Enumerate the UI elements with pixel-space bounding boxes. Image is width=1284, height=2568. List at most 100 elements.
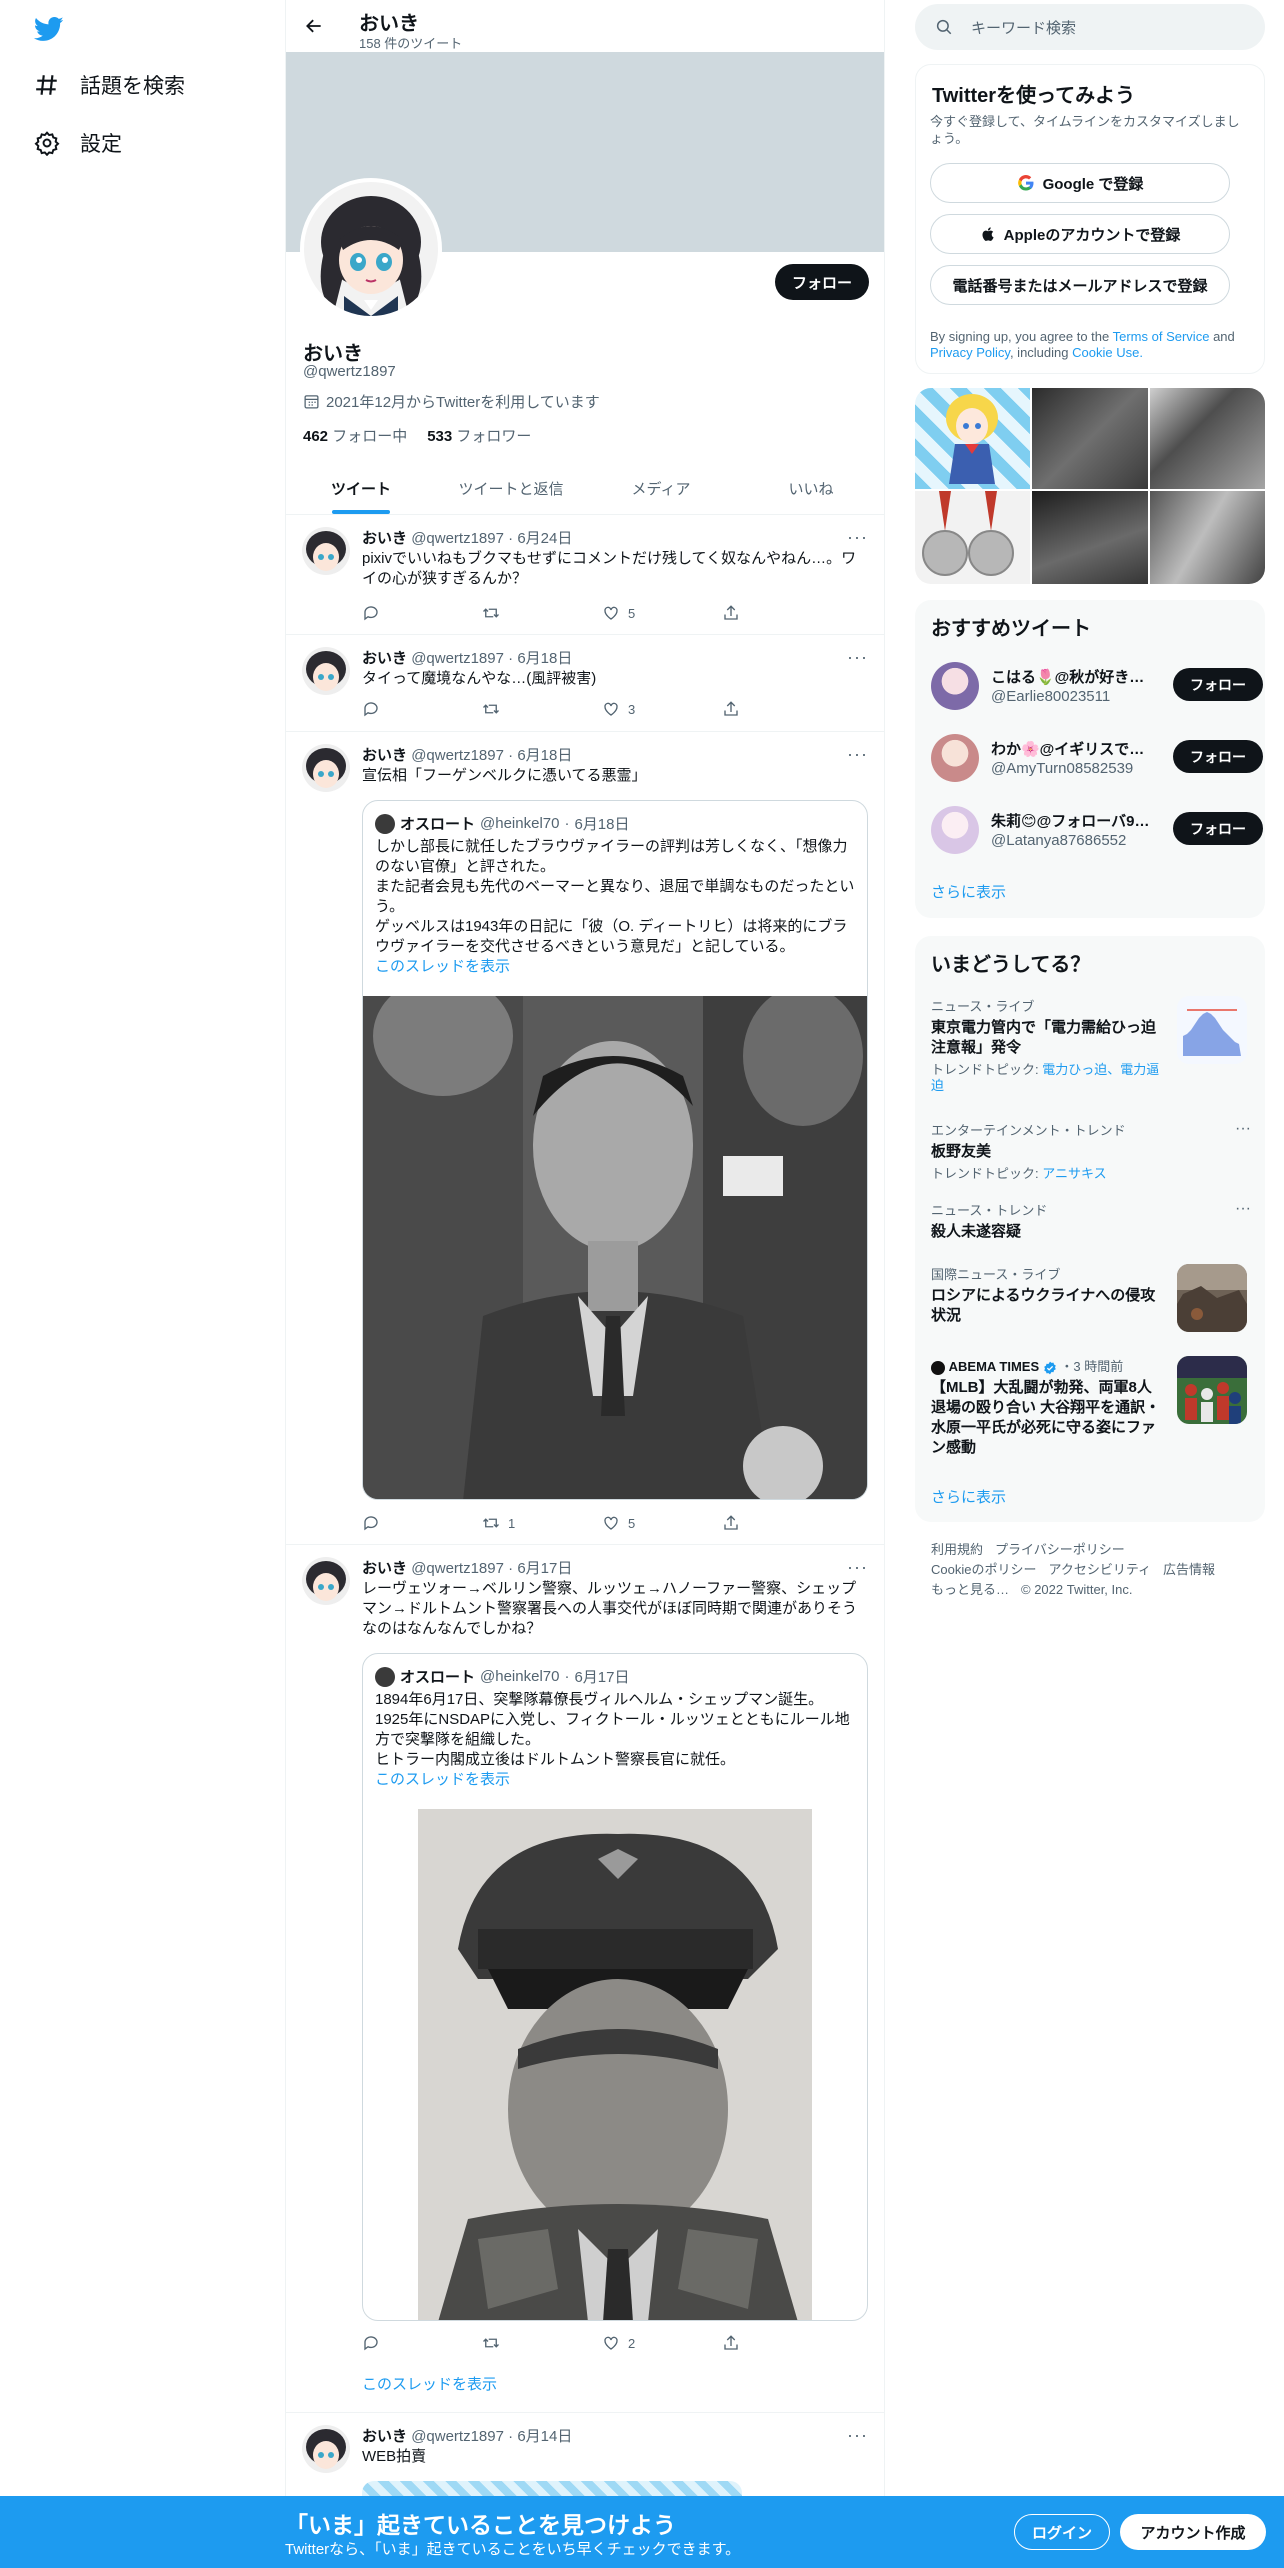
signup-button[interactable]: アカウント作成 [1120, 2514, 1266, 2550]
tweet-date[interactable]: 6月18日 [517, 747, 572, 764]
nav-settings[interactable]: 設定 [34, 128, 122, 158]
media-thumb[interactable] [915, 491, 1031, 584]
media-thumb[interactable] [1149, 491, 1265, 584]
more-options-icon[interactable]: ··· [847, 744, 868, 765]
tweet-date[interactable]: 6月14日 [517, 2428, 572, 2445]
reply-button[interactable] [362, 603, 432, 623]
tweet-author[interactable]: おいき [362, 1560, 407, 1577]
tweet-avatar[interactable] [302, 2425, 350, 2473]
login-button[interactable]: ログイン [1014, 2514, 1110, 2550]
tab-tweets[interactable]: ツイート [286, 462, 436, 514]
more-options-icon[interactable]: ··· [1235, 1120, 1251, 1138]
tweet-avatar[interactable] [302, 647, 350, 695]
more-options-icon[interactable]: ··· [847, 1557, 868, 1578]
share-button[interactable] [722, 1513, 792, 1533]
quote-photo[interactable] [418, 1809, 812, 2321]
followers-link[interactable]: 533 フォロワー [427, 425, 531, 446]
recommended-name[interactable]: こはる🌷@秋が好き… [991, 666, 1151, 687]
show-more-link[interactable]: さらに表示 [931, 881, 1006, 902]
footer-link-cookie[interactable]: Cookieのポリシー [931, 1562, 1036, 1577]
quote-photo[interactable] [363, 996, 868, 1500]
follow-button[interactable]: フォロー [1173, 668, 1263, 701]
reply-button[interactable] [362, 699, 432, 719]
share-button[interactable] [722, 699, 792, 719]
show-more-link[interactable]: さらに表示 [931, 1486, 1006, 1507]
like-button[interactable]: 5 [602, 1513, 672, 1533]
tweet-avatar[interactable] [302, 527, 350, 575]
nav-explore[interactable]: 話題を検索 [34, 70, 185, 100]
recommended-name[interactable]: 朱莉😊@フォローバ93… [991, 810, 1151, 831]
show-thread-link[interactable]: このスレッドを表示 [375, 957, 855, 977]
phone-email-signup-button[interactable]: 電話番号またはメールアドレスで登録 [930, 265, 1230, 305]
more-options-icon[interactable]: ··· [847, 647, 868, 668]
footer-link-terms[interactable]: 利用規約 [931, 1542, 983, 1557]
back-arrow-icon[interactable] [304, 16, 324, 36]
footer-link-more[interactable]: もっと見る… [931, 1582, 1009, 1597]
share-button[interactable] [722, 2333, 792, 2353]
tweet-date[interactable]: 6月24日 [517, 530, 572, 547]
reply-button[interactable] [362, 1513, 432, 1533]
avatar[interactable] [931, 734, 979, 782]
like-button[interactable]: 5 [602, 603, 672, 623]
reply-button[interactable] [362, 2333, 432, 2353]
follow-button[interactable]: フォロー [1173, 740, 1263, 773]
tweet[interactable]: おいき @qwertz1897 · 6月17日 ··· レーヴェツォー→ベルリン… [286, 1545, 884, 2413]
media-thumb[interactable] [1032, 388, 1148, 489]
like-button[interactable]: 3 [602, 699, 672, 719]
recommended-user[interactable]: こはる🌷@秋が好き… @Earlie80023511 フォロー [931, 660, 1263, 714]
tweet-author[interactable]: おいき [362, 747, 407, 764]
media-thumb[interactable] [1149, 388, 1265, 489]
recommended-name[interactable]: わか🌸@イギリスで… [991, 738, 1151, 759]
like-button[interactable]: 2 [602, 2333, 672, 2353]
quoted-tweet[interactable]: オスロート @heinkel70 · 6月18日 しかし部長に就任したブラウヴァ… [362, 800, 868, 1500]
retweet-button[interactable] [482, 2333, 552, 2353]
follow-button[interactable]: フォロー [775, 264, 869, 300]
trend-item[interactable]: エンターテインメント・トレンド 板野友美 トレンドトピック: アニサキス ··· [931, 1120, 1251, 1182]
tweet[interactable]: おいき @qwertz1897 · 6月24日 ··· pixivでいいねもブク… [286, 515, 884, 635]
more-options-icon[interactable]: ··· [847, 2425, 868, 2446]
recommended-user[interactable]: 朱莉😊@フォローバ93… @Latanya87686552 フォロー [931, 804, 1263, 858]
tweet-date[interactable]: 6月18日 [517, 650, 572, 667]
search-input[interactable]: キーワード検索 [915, 4, 1265, 50]
media-thumb[interactable] [1032, 491, 1148, 584]
tweet-date[interactable]: 6月17日 [517, 1560, 572, 1577]
twitter-logo-icon[interactable] [32, 14, 66, 44]
cookie-link[interactable]: Cookie Use. [1072, 345, 1143, 360]
trend-thumbnail[interactable] [1177, 1356, 1247, 1424]
quoted-tweet[interactable]: オスロート @heinkel70 · 6月17日 1894年6月17日、突撃隊幕… [362, 1653, 868, 2321]
follow-button[interactable]: フォロー [1173, 812, 1263, 845]
footer-link-ads[interactable]: 広告情報 [1163, 1562, 1215, 1577]
tweet-author[interactable]: おいき [362, 530, 407, 547]
tweet[interactable]: おいき @qwertz1897 · 6月18日 ··· タイって魔境なんやな…(… [286, 635, 884, 732]
trend-thumbnail[interactable] [1177, 996, 1247, 1064]
google-signup-button[interactable]: Google で登録 [930, 163, 1230, 203]
tweet[interactable]: おいき @qwertz1897 · 6月18日 ··· 宣伝相「フーゲンベルクに… [286, 732, 884, 1545]
footer-link-privacy[interactable]: プライバシーポリシー [995, 1542, 1125, 1557]
trend-item[interactable]: ニュース・トレンド 殺人未遂容疑 ··· [931, 1200, 1251, 1242]
more-options-icon[interactable]: ··· [1235, 1200, 1251, 1218]
retweet-button[interactable] [482, 603, 552, 623]
footer-link-accessibility[interactable]: アクセシビリティ [1048, 1562, 1151, 1577]
trend-thumbnail[interactable] [1177, 1264, 1247, 1332]
tweet-avatar[interactable] [302, 1557, 350, 1605]
more-options-icon[interactable]: ··· [847, 527, 868, 548]
show-thread-link[interactable]: このスレッドを表示 [375, 1770, 855, 1790]
privacy-link[interactable]: Privacy Policy [930, 345, 1010, 360]
terms-link[interactable]: Terms of Service [1113, 329, 1210, 344]
share-button[interactable] [722, 603, 792, 623]
avatar[interactable] [931, 662, 979, 710]
avatar[interactable] [931, 806, 979, 854]
tab-media[interactable]: メディア [586, 462, 736, 514]
following-link[interactable]: 462 フォロー中 [303, 425, 407, 446]
tab-tweets-replies[interactable]: ツイートと返信 [436, 462, 586, 514]
tweet-author[interactable]: おいき [362, 2428, 407, 2445]
tab-likes[interactable]: いいね [736, 462, 884, 514]
profile-avatar[interactable] [300, 178, 442, 320]
media-thumb[interactable] [915, 388, 1031, 489]
retweet-button[interactable] [482, 699, 552, 719]
retweet-button[interactable]: 1 [482, 1513, 552, 1533]
apple-signup-button[interactable]: Appleのアカウントで登録 [930, 214, 1230, 254]
tweet-author[interactable]: おいき [362, 650, 407, 667]
show-thread-link[interactable]: このスレッドを表示 [362, 2375, 868, 2395]
tweet-avatar[interactable] [302, 744, 350, 792]
